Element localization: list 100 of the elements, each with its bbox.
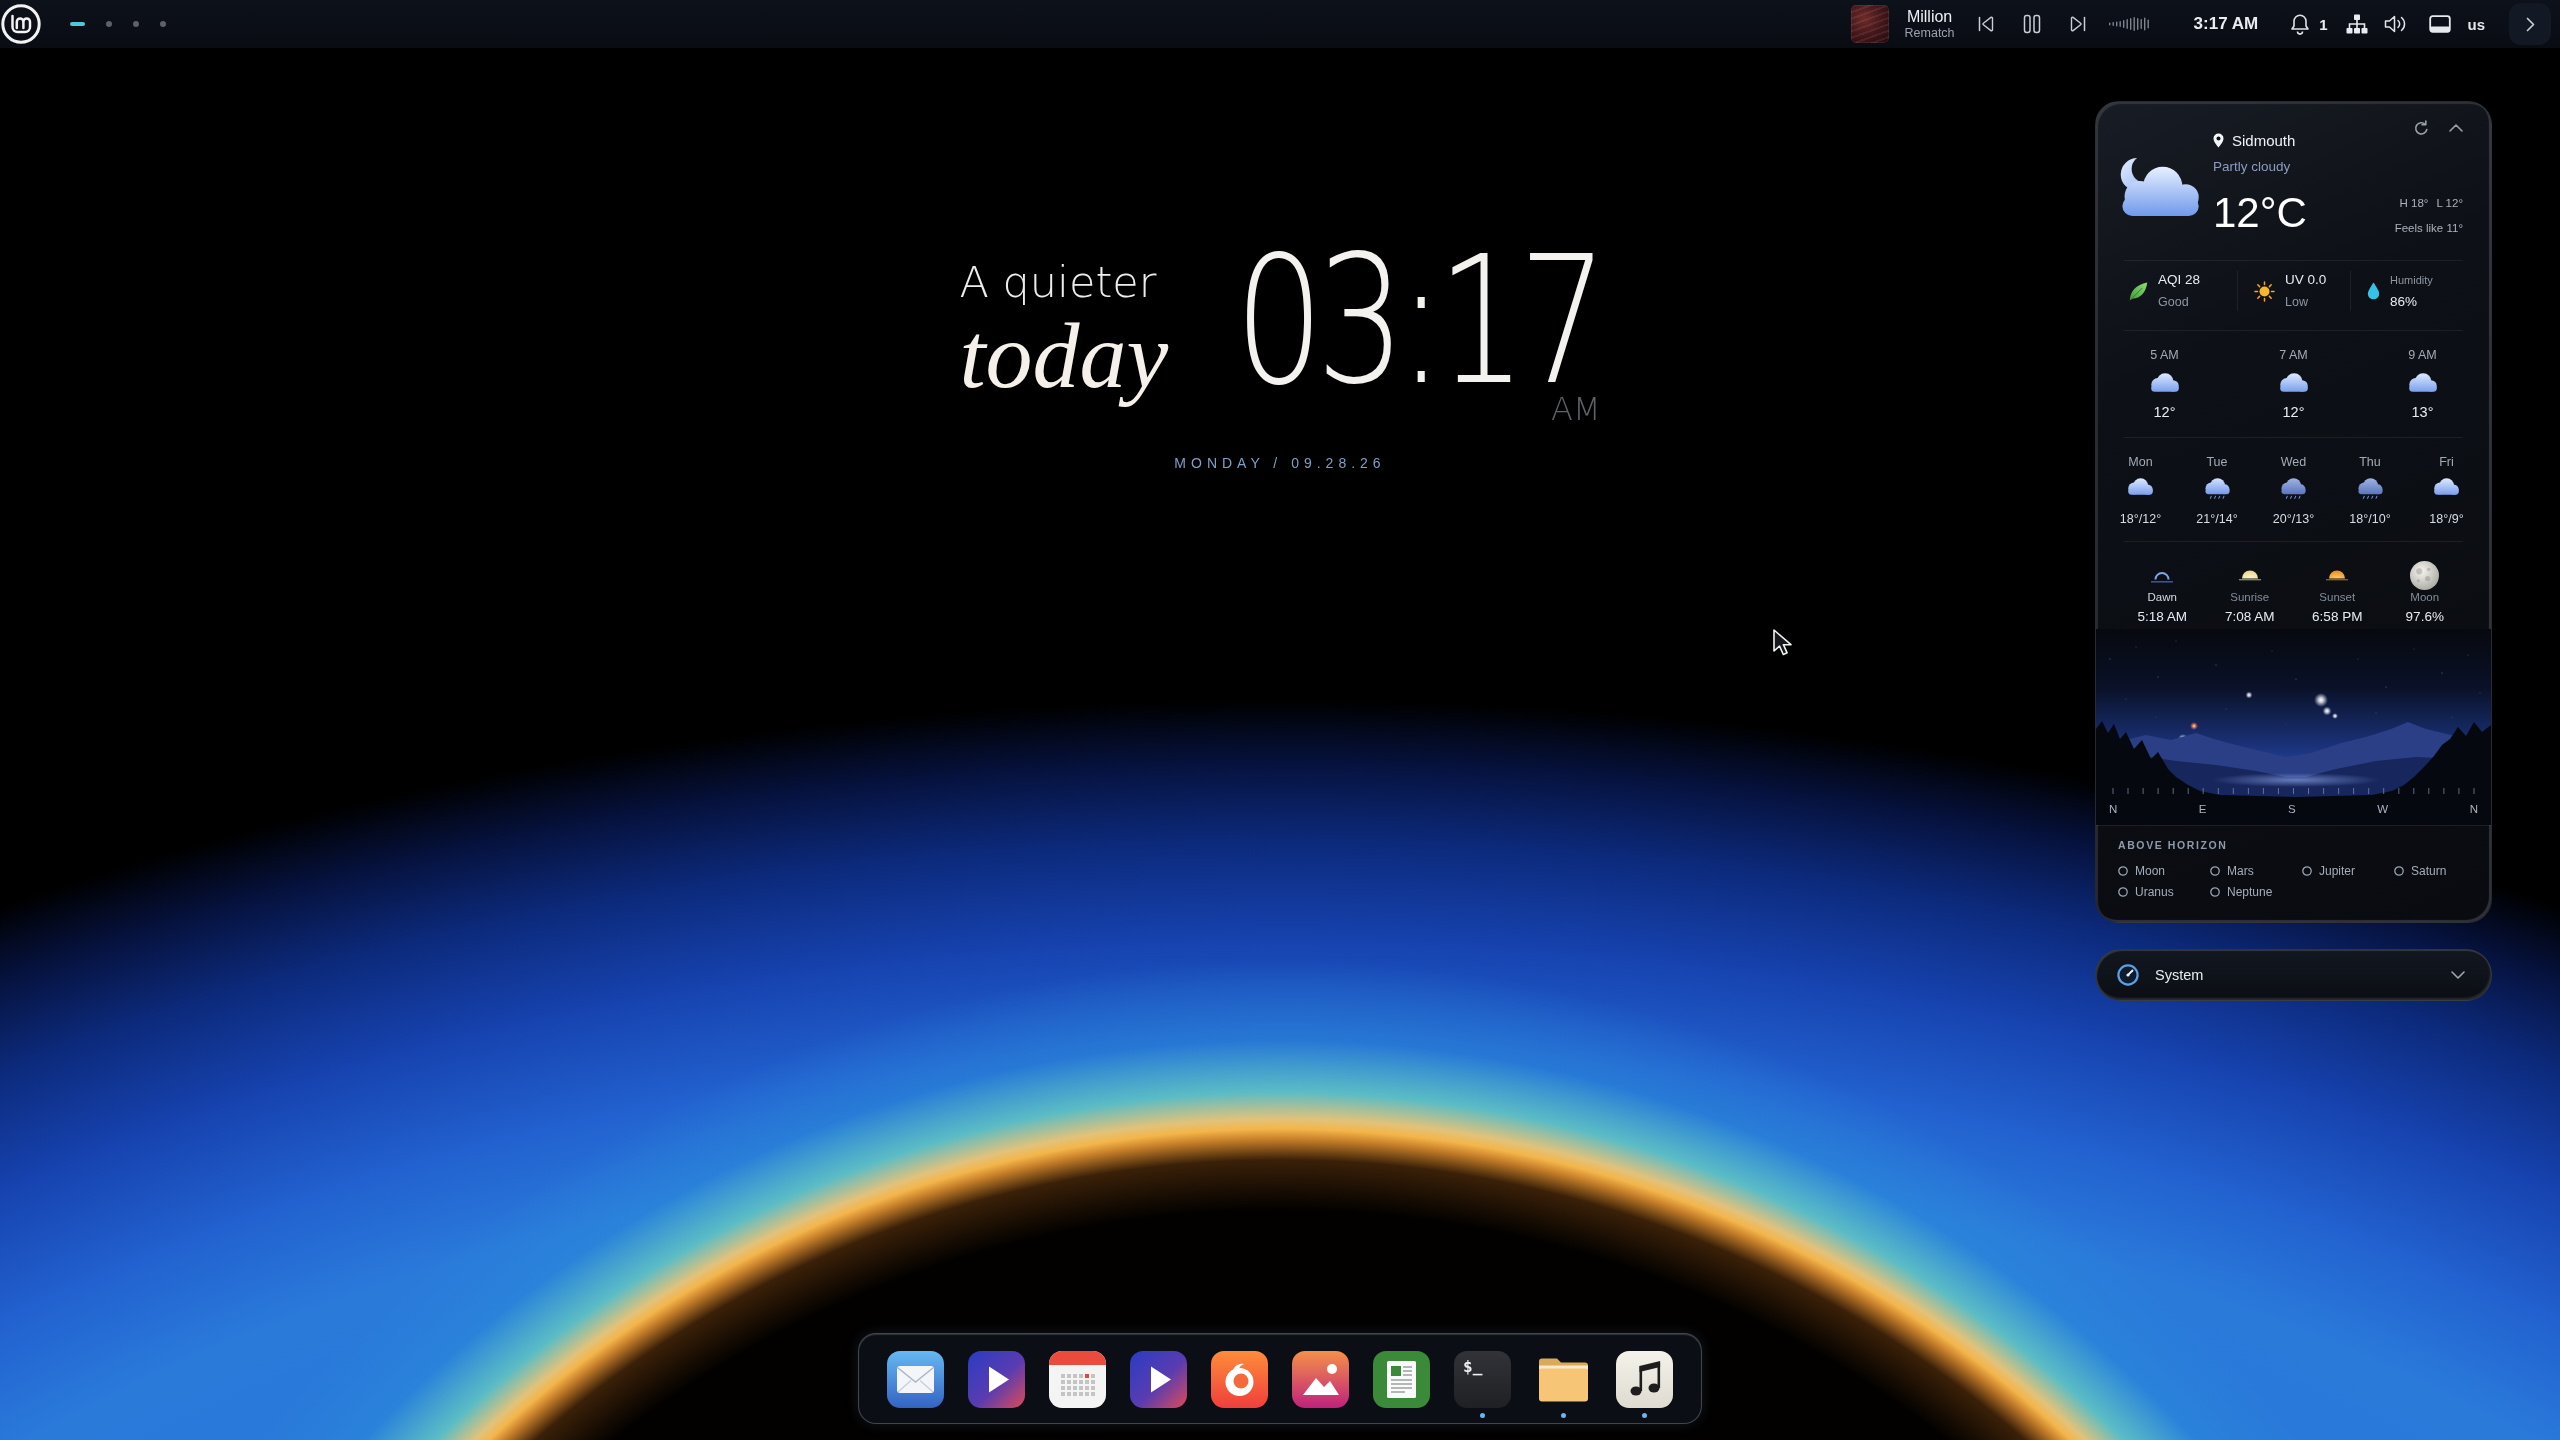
section-heading: ABOVE HORIZON <box>2118 838 2229 852</box>
compass-label: W <box>2377 802 2389 816</box>
stat-value: Low <box>2285 294 2309 311</box>
envelope-icon[interactable] <box>887 1351 944 1408</box>
logo-icon[interactable] <box>1 4 41 44</box>
compass-label: E <box>2198 802 2207 816</box>
celestial-body-name: Neptune <box>2227 884 2273 900</box>
cloud-icon <box>2408 373 2437 392</box>
celestial-body-name: Uranus <box>2135 884 2174 900</box>
sun-event-label: Dawn <box>2147 590 2177 604</box>
network-icon[interactable] <box>2346 14 2369 34</box>
day-label: Mon <box>2128 454 2153 470</box>
sun-event-label: Sunrise <box>2230 590 2270 604</box>
workspace-indicator[interactable] <box>70 22 85 26</box>
hour-label: 9 AM <box>2408 347 2437 363</box>
equalizer-bars-icon <box>2108 17 2149 31</box>
hour-label: 7 AM <box>2279 347 2308 363</box>
album-art-placeholder <box>1850 5 1889 43</box>
sun-event-time: 5:18 AM <box>2137 609 2187 625</box>
compass-label: N <box>2469 802 2478 816</box>
cloud-icon <box>2128 478 2153 495</box>
sun-event-time: 97.6% <box>2405 609 2444 625</box>
workspace-indicator[interactable] <box>160 21 166 27</box>
celestial-body-name: Saturn <box>2411 863 2447 879</box>
pause-icon[interactable] <box>2022 14 2041 34</box>
system-panel-button[interactable]: System <box>2095 949 2492 1001</box>
day-label: Thu <box>2359 454 2381 470</box>
moon-cloud-icon <box>2120 157 2200 217</box>
date-label: MONDAY / 09.28.26 <box>1174 454 1386 472</box>
day-temperature-range: 20°/13° <box>2272 511 2315 527</box>
play-icon[interactable] <box>968 1351 1025 1408</box>
workspace-indicator[interactable] <box>133 21 139 27</box>
drizzle-cloud-icon <box>2204 478 2230 499</box>
chevron-up-icon[interactable] <box>2449 124 2463 132</box>
calendar-icon[interactable] <box>1049 1351 1106 1408</box>
water-drop-icon <box>2367 282 2380 300</box>
celestial-body-name: Jupiter <box>2319 863 2356 879</box>
compass-label: N <box>2109 802 2118 816</box>
day-temperature-range: 21°/14° <box>2196 511 2238 527</box>
low-temperature: L 12° <box>2436 196 2463 211</box>
clock-period: AM <box>1551 392 1601 426</box>
play-icon[interactable] <box>1130 1351 1187 1408</box>
refresh-icon[interactable] <box>2414 120 2429 136</box>
sun-icon <box>2254 280 2275 302</box>
display-icon[interactable] <box>2429 15 2452 33</box>
current-temperature: 12°C <box>2213 191 2308 235</box>
hour-temperature: 12° <box>2282 403 2305 421</box>
day-temperature-range: 18°/10° <box>2349 511 2391 527</box>
hour-temperature: 12° <box>2153 403 2176 421</box>
panel-clock[interactable]: 3:17 AM <box>2193 14 2259 34</box>
volume-icon[interactable] <box>2384 14 2408 34</box>
cloud-icon <box>2434 478 2459 495</box>
tagline-text: A quieter <box>959 259 1157 305</box>
sun-event-label: Moon <box>2410 590 2440 604</box>
rain-cloud-icon <box>2357 478 2383 499</box>
stat-title: UV 0.0 <box>2285 271 2327 289</box>
skip-forward-icon[interactable] <box>2068 15 2087 33</box>
rain-cloud-icon <box>2281 478 2306 499</box>
hour-temperature: 13° <box>2411 403 2434 421</box>
bell-icon[interactable] <box>2290 13 2311 35</box>
stat-title: AQI 28 <box>2158 271 2201 289</box>
document-icon[interactable] <box>1373 1351 1430 1408</box>
stat-value: 86% <box>2390 293 2419 311</box>
sun-event-time: 7:08 AM <box>2225 609 2275 625</box>
celestial-body-name: Moon <box>2135 863 2166 879</box>
track-title: Million <box>1906 7 1953 26</box>
day-temperature-range: 18°/12° <box>2119 511 2162 527</box>
stat-title: Humidity <box>2390 273 2433 288</box>
sun-event-time: 6:58 PM <box>2312 609 2363 625</box>
stat-value: Good <box>2158 294 2190 311</box>
leaf-icon <box>2129 281 2148 301</box>
workspace-indicator[interactable] <box>106 21 112 27</box>
cloud-icon <box>2279 373 2308 392</box>
music-note-icon[interactable] <box>1616 1351 1673 1408</box>
day-label: Tue <box>2206 454 2228 470</box>
terminal-icon[interactable]: $_ <box>1454 1351 1511 1408</box>
mouse-pointer-icon <box>1772 629 1793 656</box>
weather-condition: Partly cloudy <box>2213 158 2292 176</box>
clock-time: 03:17 <box>1234 252 1601 392</box>
expand-panel-button[interactable] <box>2509 3 2551 45</box>
compass-label: S <box>2288 802 2296 816</box>
mountain-picture-icon[interactable] <box>1292 1351 1349 1408</box>
notification-count: 1 <box>2319 15 2328 33</box>
chevron-right-icon <box>2525 16 2535 32</box>
day-temperature-range: 18°/9° <box>2429 511 2464 527</box>
hour-label: 5 AM <box>2150 347 2179 363</box>
celestial-body-name: Mars <box>2227 863 2254 879</box>
location-pin-icon <box>2213 132 2224 148</box>
track-artist: Rematch <box>1904 25 1955 41</box>
gauge-icon <box>2117 964 2139 986</box>
skip-back-icon[interactable] <box>1976 15 1995 33</box>
feels-like-temperature: Feels like 11° <box>2394 221 2463 236</box>
keyboard-layout-indicator[interactable]: us <box>2467 15 2485 33</box>
location-name: Sidmouth <box>2232 131 2296 149</box>
day-label: Wed <box>2280 454 2307 470</box>
sun-event-label: Sunset <box>2319 590 2356 604</box>
day-label: Fri <box>2439 454 2454 470</box>
full-moon-icon <box>2410 560 2440 590</box>
high-temperature: H 18° <box>2399 196 2429 211</box>
cloud-icon <box>2150 373 2179 392</box>
